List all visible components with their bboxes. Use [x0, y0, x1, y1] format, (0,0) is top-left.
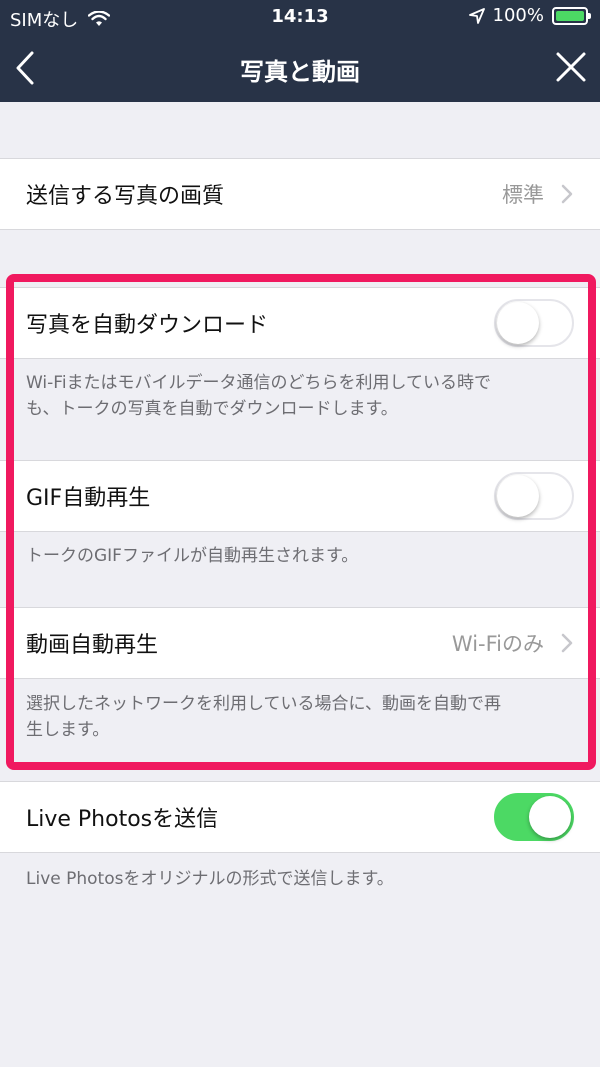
close-button[interactable]: [554, 50, 588, 84]
live-photos-row: Live Photosを送信: [0, 781, 600, 853]
live-photos-label: Live Photosを送信: [26, 807, 219, 832]
gif-autoplay-label: GIF自動再生: [26, 486, 151, 511]
photo-quality-label: 送信する写真の画質: [26, 184, 225, 209]
video-autoplay-value: Wi-Fiのみ: [451, 632, 544, 656]
chevron-right-icon: [561, 184, 573, 204]
navigation-bar: 写真と動画: [0, 34, 600, 102]
toggle-knob: [497, 475, 539, 517]
battery-fill: [556, 10, 584, 21]
photo-quality-value: 標準: [502, 183, 544, 207]
video-autoplay-label: 動画自動再生: [26, 633, 159, 658]
auto-download-desc-line1: Wi-Fiまたはモバイルデータ通信のどちらを利用している時で: [26, 373, 492, 393]
gif-autoplay-toggle[interactable]: [494, 472, 574, 520]
status-right: 100%: [468, 5, 591, 26]
auto-download-description: Wi-Fiまたはモバイルデータ通信のどちらを利用している時で も、トークの写真を…: [26, 370, 576, 422]
video-autoplay-desc-line2: 生します。: [26, 720, 110, 740]
battery-percent: 100%: [492, 5, 544, 26]
toggle-knob: [529, 796, 571, 838]
gif-autoplay-row: GIF自動再生: [0, 460, 600, 532]
live-photos-description: Live Photosをオリジナルの形式で送信します。: [26, 869, 394, 889]
page-title: 写真と動画: [240, 58, 360, 86]
toggle-knob: [497, 302, 539, 344]
gif-autoplay-description: トークのGIFファイルが自動再生されます。: [26, 546, 359, 566]
header: SIMなし 14:13 100% 写真と動画: [0, 0, 600, 102]
status-bar: SIMなし 14:13 100%: [0, 0, 600, 34]
video-autoplay-row[interactable]: 動画自動再生 Wi-Fiのみ: [0, 607, 600, 679]
live-photos-toggle[interactable]: [494, 793, 574, 841]
auto-download-toggle[interactable]: [494, 299, 574, 347]
auto-download-desc-line2: も、トークの写真を自動でダウンロードします。: [26, 399, 398, 419]
photo-quality-row[interactable]: 送信する写真の画質 標準: [0, 158, 600, 230]
chevron-right-icon: [561, 633, 573, 653]
video-autoplay-description: 選択したネットワークを利用している場合に、動画を自動で再 生します。: [26, 691, 576, 743]
location-arrow-icon: [468, 7, 485, 24]
auto-download-label: 写真を自動ダウンロード: [26, 313, 269, 338]
video-autoplay-desc-line1: 選択したネットワークを利用している場合に、動画を自動で再: [26, 694, 501, 714]
battery-icon: [552, 6, 591, 25]
auto-download-row: 写真を自動ダウンロード: [0, 287, 600, 359]
